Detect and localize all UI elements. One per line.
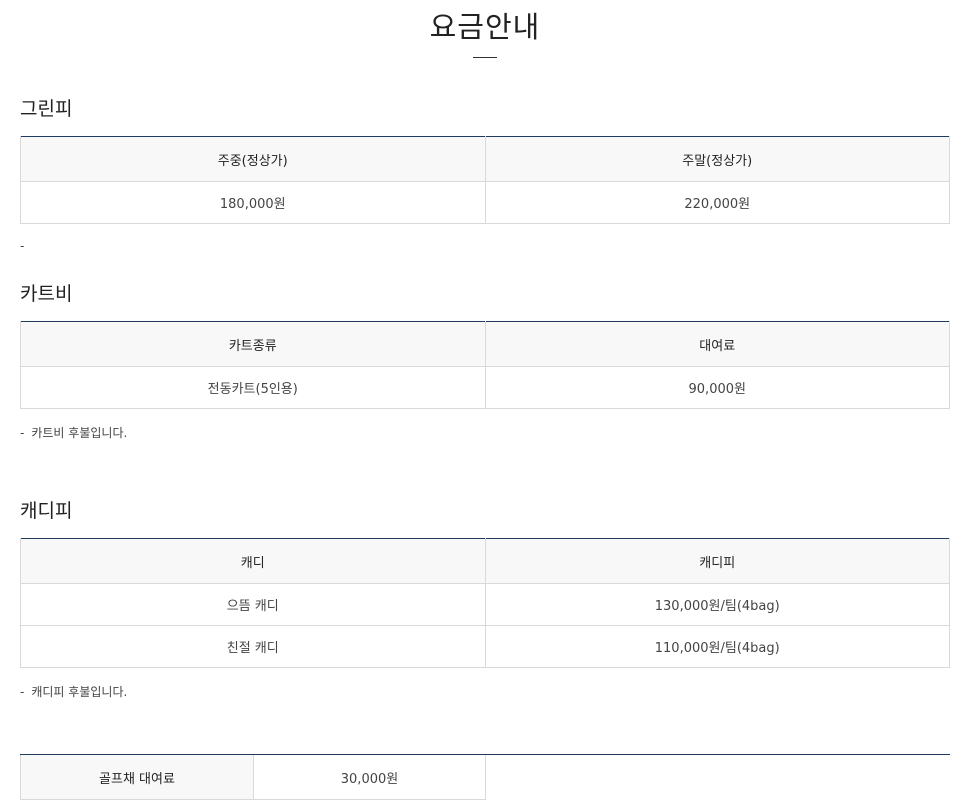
cart-fee-cell: 90,000원 — [484, 366, 950, 409]
greenfee-weekday-price: 180,000원 — [20, 181, 486, 224]
table-row: 골프채 대여료 30,000원 — [20, 755, 486, 800]
caddie-section-title: 캐디피 — [20, 500, 73, 522]
greenfee-section-title: 그린피 — [20, 98, 73, 120]
title-divider — [473, 57, 497, 58]
caddie-header-type: 캐디 — [20, 538, 486, 584]
table-row: 전동카트(5인용) 90,000원 — [20, 366, 950, 409]
cart-table: 카트종류 대여료 전동카트(5인용) 90,000원 — [20, 321, 950, 409]
cart-section-title: 카트비 — [20, 283, 73, 305]
table-header-row: 캐디 캐디피 — [20, 538, 950, 584]
cart-header-fee: 대여료 — [484, 321, 950, 367]
greenfee-table: 주중(정상가) 주말(정상가) 180,000원 220,000원 — [20, 136, 950, 224]
caddie-fee-cell: 130,000원/팀(4bag) — [484, 583, 950, 626]
caddie-note: - 캐디피 후불입니다. — [20, 683, 127, 700]
table-header-row: 주중(정상가) 주말(정상가) — [20, 136, 950, 182]
note-dash: - — [20, 685, 25, 699]
club-rental-table: 골프채 대여료 30,000원 — [20, 755, 486, 800]
cart-type-cell: 전동카트(5인용) — [20, 366, 486, 409]
cart-note: - 카트비 후불입니다. — [20, 424, 127, 441]
table-row: 으뜸 캐디 130,000원/팀(4bag) — [20, 583, 950, 626]
greenfee-header-weekday: 주중(정상가) — [20, 136, 486, 182]
greenfee-note: - — [20, 239, 25, 253]
cart-note-text: 카트비 후불입니다. — [31, 426, 128, 440]
cart-header-type: 카트종류 — [20, 321, 486, 367]
greenfee-header-weekend: 주말(정상가) — [484, 136, 950, 182]
caddie-fee-cell: 110,000원/팀(4bag) — [484, 625, 950, 668]
club-rental-label: 골프채 대여료 — [20, 755, 254, 800]
caddie-type-cell: 친절 캐디 — [20, 625, 486, 668]
caddie-note-text: 캐디피 후불입니다. — [31, 685, 128, 699]
table-header-row: 카트종류 대여료 — [20, 321, 950, 367]
page-title: 요금안내 — [429, 10, 541, 44]
greenfee-weekend-price: 220,000원 — [484, 181, 950, 224]
club-rental-price: 30,000원 — [253, 755, 486, 800]
note-dash: - — [20, 426, 25, 440]
caddie-header-fee: 캐디피 — [484, 538, 950, 584]
caddie-type-cell: 으뜸 캐디 — [20, 583, 486, 626]
table-row: 180,000원 220,000원 — [20, 181, 950, 224]
table-row: 친절 캐디 110,000원/팀(4bag) — [20, 625, 950, 668]
caddie-table: 캐디 캐디피 으뜸 캐디 130,000원/팀(4bag) 친절 캐디 110,… — [20, 538, 950, 668]
